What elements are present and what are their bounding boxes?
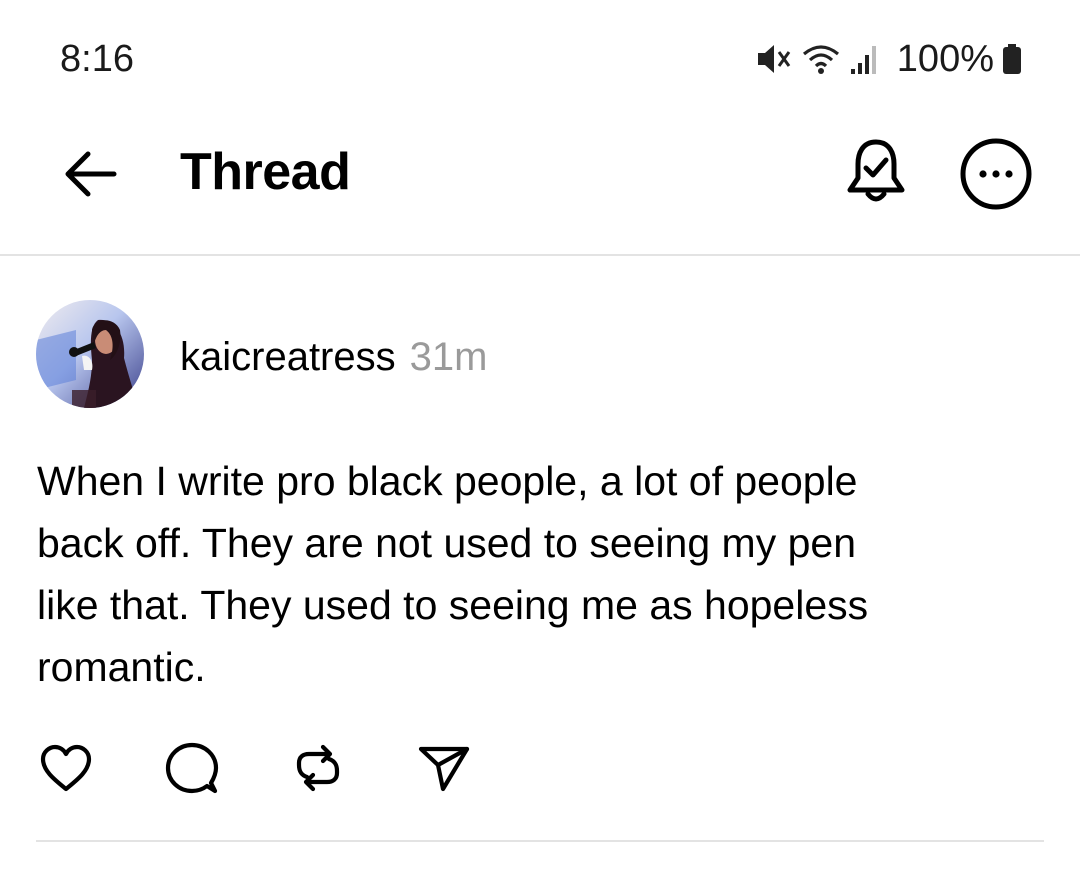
- more-options-icon: [958, 138, 1034, 216]
- mute-icon: [755, 42, 793, 76]
- send-icon: [417, 741, 471, 800]
- avatar[interactable]: [36, 300, 144, 408]
- comment-icon: [165, 741, 219, 800]
- status-icons: 100%: [755, 36, 1022, 82]
- repost-icon: [291, 741, 345, 800]
- notify-button[interactable]: [842, 136, 910, 208]
- post-text: When I write pro black people, a lot of …: [37, 458, 869, 690]
- action-bar: [36, 740, 474, 800]
- back-arrow-icon: [60, 151, 122, 206]
- battery-percentage: 100%: [896, 38, 994, 80]
- comment-button[interactable]: [162, 740, 222, 800]
- back-button[interactable]: [60, 146, 122, 202]
- post-meta: kaicreatress 31m: [180, 332, 487, 382]
- status-time: 8:16: [60, 38, 134, 80]
- wifi-icon: [801, 42, 841, 76]
- status-bar: 8:16 100%: [0, 0, 1080, 118]
- battery-icon: [1002, 42, 1022, 76]
- thread-header: Thread: [0, 118, 1080, 256]
- post-divider: [36, 840, 1044, 842]
- username[interactable]: kaicreatress: [180, 332, 396, 382]
- signal-icon: [849, 42, 881, 76]
- like-button[interactable]: [36, 740, 96, 800]
- more-options-button[interactable]: [958, 136, 1034, 212]
- share-button[interactable]: [414, 740, 474, 800]
- page-title: Thread: [180, 143, 351, 201]
- timestamp: 31m: [409, 335, 488, 379]
- bell-check-icon: [842, 139, 910, 212]
- repost-button[interactable]: [288, 740, 348, 800]
- heart-icon: [39, 743, 93, 798]
